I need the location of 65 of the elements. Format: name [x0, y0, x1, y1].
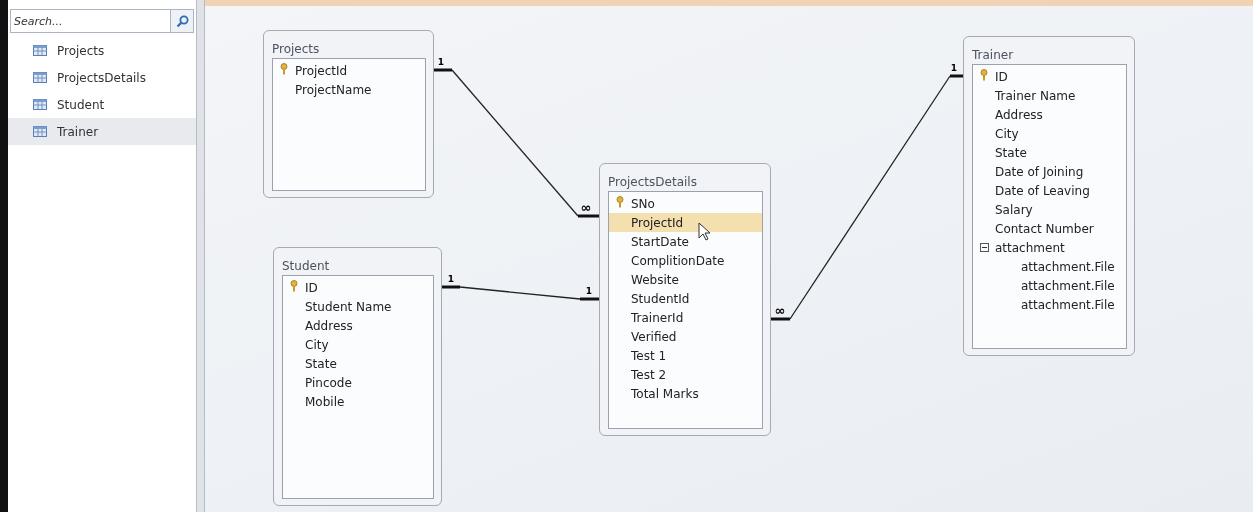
field-row[interactable]: State — [283, 354, 433, 373]
field-row[interactable]: State — [973, 143, 1126, 162]
field-row[interactable]: Contact Number — [973, 219, 1126, 238]
field-row[interactable]: ProjectName — [273, 80, 425, 99]
key-icon — [290, 280, 298, 292]
collapse-icon[interactable] — [979, 243, 989, 252]
key-icon — [616, 196, 624, 208]
sidebar-item[interactable]: Trainer — [8, 118, 196, 145]
cardinality-label: 1 — [447, 274, 455, 284]
sidebar-item[interactable]: Projects — [8, 37, 196, 64]
field-row[interactable]: Verified — [609, 327, 762, 346]
field-row[interactable]: Test 1 — [609, 346, 762, 365]
field-row[interactable]: Date of Joining — [973, 162, 1126, 181]
table-card[interactable]: Projects ProjectId ProjectName — [263, 30, 434, 198]
relationship-line[interactable] — [442, 285, 599, 301]
key-icon — [980, 69, 988, 81]
field-row[interactable]: StartDate — [609, 232, 762, 251]
search-button[interactable] — [170, 9, 194, 33]
field-row[interactable]: Pincode — [283, 373, 433, 392]
field-row[interactable]: Address — [283, 316, 433, 335]
cardinality-label: 1 — [950, 63, 958, 73]
field-row[interactable]: Address — [973, 105, 1126, 124]
field-row[interactable]: StudentId — [609, 289, 762, 308]
field-row[interactable]: Website — [609, 270, 762, 289]
sidebar-item[interactable]: ProjectsDetails — [8, 64, 196, 91]
field-row[interactable]: City — [973, 124, 1126, 143]
table-title: Student — [282, 258, 331, 275]
cardinality-label: 1 — [585, 286, 593, 296]
cursor-icon — [698, 222, 711, 241]
field-row[interactable]: attachment.File — [973, 295, 1126, 314]
field-row[interactable]: City — [283, 335, 433, 354]
field-row[interactable]: Student Name — [283, 297, 433, 316]
cardinality-label: ∞ — [774, 303, 786, 318]
field-row[interactable]: Salary — [973, 200, 1126, 219]
field-row[interactable]: ID — [283, 278, 433, 297]
search-field[interactable]: Search... — [10, 9, 170, 33]
field-row[interactable]: attachment.File — [973, 257, 1126, 276]
table-title: Trainer — [972, 47, 1015, 64]
table-icon — [33, 45, 47, 56]
field-row[interactable]: ID — [973, 67, 1126, 86]
key-icon — [280, 63, 288, 75]
sidebar-item[interactable]: Student — [8, 91, 196, 118]
field-row[interactable]: TrainerId — [609, 308, 762, 327]
cardinality-label: ∞ — [580, 200, 592, 215]
field-row[interactable]: ComplitionDate — [609, 251, 762, 270]
table-card[interactable]: Student ID Student Name Address City State Pincode Mobile — [273, 247, 442, 506]
cardinality-label: 1 — [437, 57, 445, 67]
field-row[interactable]: attachment.File — [973, 276, 1126, 295]
field-row[interactable]: Date of Leaving — [973, 181, 1126, 200]
field-row[interactable]: attachment — [973, 238, 1126, 257]
field-row[interactable]: Mobile — [283, 392, 433, 411]
field-row[interactable]: Total Marks — [609, 384, 762, 403]
field-row[interactable]: ProjectId — [609, 213, 762, 232]
field-row[interactable]: Trainer Name — [973, 86, 1126, 105]
search-icon — [175, 14, 189, 28]
table-title: Projects — [272, 41, 321, 58]
field-row[interactable]: Test 2 — [609, 365, 762, 384]
table-icon — [33, 126, 47, 137]
table-title: ProjectsDetails — [608, 174, 698, 191]
table-card[interactable]: ProjectsDetails SNo ProjectId StartDate ComplitionDate Website StudentId TrainerId Verified Test 1 Test 2 Total Marks — [599, 163, 771, 436]
table-icon — [33, 99, 47, 110]
field-row[interactable]: SNo — [609, 194, 762, 213]
field-row[interactable]: ProjectId — [273, 61, 425, 80]
table-card[interactable]: Trainer ID Trainer Name Address City State Date of Joining Date of Leaving Salary Contact Number attachment attachment.File attachment.File attachment.File — [963, 36, 1135, 356]
table-icon — [33, 72, 47, 83]
